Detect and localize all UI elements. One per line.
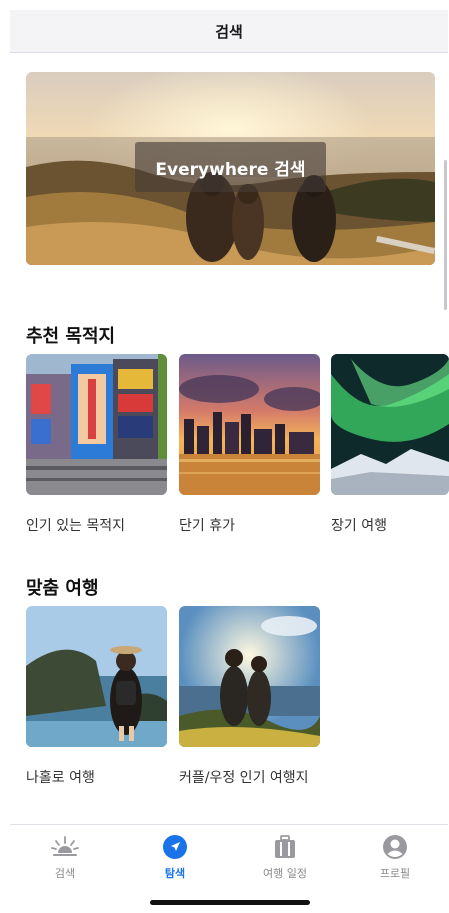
bottom-tab-bar: 검색 탐색 여행 일정 프로필	[10, 824, 448, 892]
card-popular-destinations[interactable]: 인기 있는 목적지	[26, 354, 167, 537]
home-indicator[interactable]	[150, 900, 310, 905]
couple-sunset-image	[179, 606, 320, 747]
compass-arrow-icon	[160, 833, 190, 861]
aurora-image	[331, 354, 449, 495]
tab-label: 여행 일정	[263, 867, 307, 880]
solo-traveler-image	[26, 606, 167, 747]
custom-section-title: 맞춤 여행	[26, 578, 99, 599]
city-billboards-image	[26, 354, 167, 495]
card-label: 커플/우정 인기 여행지	[179, 770, 309, 786]
scrollbar-thumb[interactable]	[444, 160, 447, 310]
tab-itinerary[interactable]: 여행 일정	[245, 833, 325, 885]
card-solo-trip[interactable]: 나홀로 여행	[26, 606, 167, 789]
city-skyline-image	[179, 354, 320, 495]
card-label: 나홀로 여행	[26, 770, 95, 786]
page-title: 검색	[215, 22, 243, 41]
tab-label: 검색	[54, 867, 76, 880]
card-short-vacation[interactable]: 단기 휴가	[179, 354, 320, 537]
card-couple-trip[interactable]: 커플/우정 인기 여행지	[179, 606, 320, 789]
recommended-section-title: 추천 목적지	[26, 326, 116, 347]
card-label: 장기 여행	[331, 518, 387, 534]
card-label: 단기 휴가	[179, 518, 235, 534]
card-label: 인기 있는 목적지	[26, 518, 126, 534]
tab-label: 프로필	[379, 867, 411, 880]
suitcase-icon	[270, 833, 300, 861]
tab-explore[interactable]: 탐색	[135, 833, 215, 885]
everywhere-search-banner[interactable]: Everywhere 검색	[26, 72, 435, 265]
tab-label: 탐색	[164, 867, 186, 880]
top-header: 검색	[10, 10, 448, 53]
person-icon	[380, 833, 410, 861]
everywhere-search-label[interactable]: Everywhere 검색	[135, 142, 326, 192]
scrollbar[interactable]	[444, 160, 448, 310]
tab-search[interactable]: 검색	[25, 833, 105, 885]
card-long-trip[interactable]: 장기 여행	[331, 354, 449, 537]
tab-profile[interactable]: 프로필	[355, 833, 435, 885]
sunrise-icon	[50, 833, 80, 861]
